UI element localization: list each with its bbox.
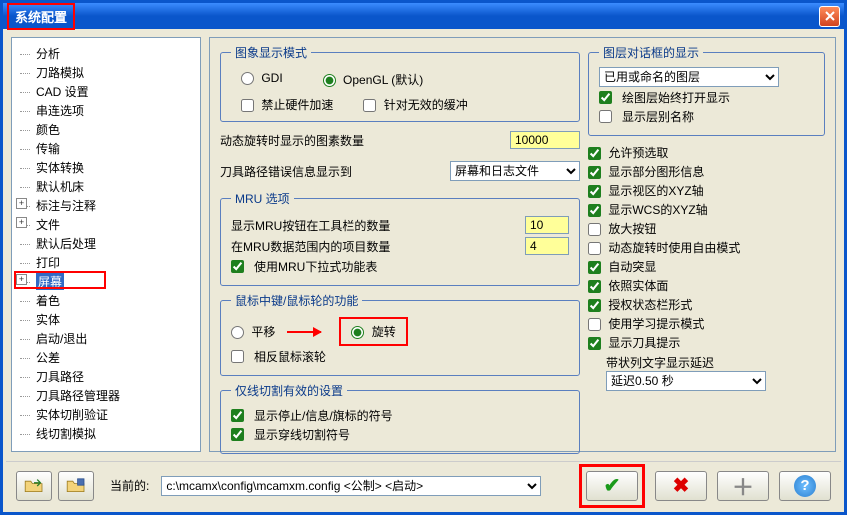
legend-image-mode: 图象显示模式 <box>231 44 311 61</box>
chk-learning[interactable]: 使用学习提示模式 <box>588 315 825 332</box>
titlebar: 系统配置 <box>3 3 844 29</box>
nav-tree[interactable]: 分析刀路模拟CAD 设置串连选项颜色传输实体转换默认机床标注与注释文件默认后处理… <box>11 37 201 452</box>
legend-wire: 仅线切割有效的设置 <box>231 382 347 399</box>
chk-stop-flag[interactable]: 显示停止/信息/旗标的符号 <box>231 407 569 424</box>
tree-item-18[interactable]: 刀具路径管理器 <box>14 386 198 405</box>
label-ribbon-delay: 带状列文字显示延迟 <box>606 354 825 371</box>
save-folder-button[interactable] <box>58 471 94 501</box>
chk-mru-dropdown[interactable]: 使用MRU下拉式功能表 <box>231 258 569 275</box>
chk-thread[interactable]: 显示穿线切割符号 <box>231 426 569 443</box>
radio-opengl[interactable]: OpenGL (默认) <box>323 71 424 88</box>
tree-item-13[interactable]: 着色 <box>14 291 198 310</box>
settings-panel: 图象显示模式 GDI OpenGL (默认) 禁止硬件加速 针对无效的缓冲 动态… <box>209 37 836 452</box>
tree-item-3[interactable]: 串连选项 <box>14 101 198 120</box>
tree-item-17[interactable]: 刀具路径 <box>14 367 198 386</box>
input-mru-toolbar[interactable] <box>525 216 569 234</box>
tree-item-8[interactable]: 标注与注释 <box>14 196 198 215</box>
current-label: 当前的: <box>110 477 149 494</box>
tree-item-20[interactable]: 线切割模拟 <box>14 424 198 443</box>
tree-item-9[interactable]: 文件 <box>14 215 198 234</box>
combo-config-path[interactable]: c:\mcamx\config\mcamxm.config <公制> <启动> <box>161 476 541 496</box>
tree-item-12[interactable]: 屏幕 <box>14 272 198 291</box>
close-button[interactable] <box>819 6 840 27</box>
radio-rotate[interactable]: 旋转 <box>351 323 395 340</box>
group-mouse: 鼠标中键/鼠标轮的功能 平移 旋转 相反鼠标滚轮 <box>220 292 580 376</box>
chk-show-alias[interactable]: 显示层别名称 <box>599 108 814 125</box>
chk-reverse-wheel[interactable]: 相反鼠标滚轮 <box>231 348 569 365</box>
radio-pan[interactable]: 平移 <box>231 323 275 340</box>
chk-viewport-xyz[interactable]: 显示视区的XYZ轴 <box>588 182 825 199</box>
label-mru-toolbar: 显示MRU按钮在工具栏的数量 <box>231 217 525 234</box>
label-dyn-rotate: 动态旋转时显示的图素数量 <box>220 132 510 149</box>
group-layer-dialog: 图层对话框的显示 已用或命名的图层 绘图层始终打开显示 显示层别名称 <box>588 44 825 136</box>
chk-zoom-btn[interactable]: 放大按钮 <box>588 220 825 237</box>
group-wire: 仅线切割有效的设置 显示停止/信息/旗标的符号 显示穿线切割符号 <box>220 382 580 454</box>
tree-item-11[interactable]: 打印 <box>14 253 198 272</box>
bottom-bar: 当前的: c:\mcamx\config\mcamxm.config <公制> … <box>6 461 841 509</box>
window-title: 系统配置 <box>7 3 75 30</box>
tree-item-14[interactable]: 实体 <box>14 310 198 329</box>
open-folder-button[interactable] <box>16 471 52 501</box>
radio-gdi[interactable]: GDI <box>241 71 283 88</box>
legend-mru: MRU 选项 <box>231 190 294 207</box>
plus-icon: ＋ <box>732 470 754 502</box>
add-button[interactable]: ＋ <box>717 471 769 501</box>
tree-item-1[interactable]: 刀路模拟 <box>14 63 198 82</box>
label-mru-range: 在MRU数据范围内的项目数量 <box>231 238 525 255</box>
tree-item-16[interactable]: 公差 <box>14 348 198 367</box>
chk-disable-hw[interactable]: 禁止硬件加速 <box>241 96 333 113</box>
tree-item-5[interactable]: 传输 <box>14 139 198 158</box>
ok-button[interactable]: ✔ <box>586 471 638 501</box>
tree-item-19[interactable]: 实体切削验证 <box>14 405 198 424</box>
chk-preselect[interactable]: 允许预选取 <box>588 144 825 161</box>
tree-item-2[interactable]: CAD 设置 <box>14 82 198 101</box>
chk-status-bar[interactable]: 授权状态栏形式 <box>588 296 825 313</box>
input-mru-range[interactable] <box>525 237 569 255</box>
combo-layer[interactable]: 已用或命名的图层 <box>599 67 779 87</box>
tree-item-4[interactable]: 颜色 <box>14 120 198 139</box>
group-mru: MRU 选项 显示MRU按钮在工具栏的数量 在MRU数据范围内的项目数量 使用M… <box>220 190 580 286</box>
legend-mouse: 鼠标中键/鼠标轮的功能 <box>231 292 362 309</box>
chk-free-rotate[interactable]: 动态旋转时使用自由模式 <box>588 239 825 256</box>
chk-by-entity[interactable]: 依照实体面 <box>588 277 825 294</box>
help-button[interactable]: ? <box>779 471 831 501</box>
combo-tool-err[interactable]: 屏幕和日志文件 <box>450 161 580 181</box>
label-tool-err: 刀具路径错误信息显示到 <box>220 163 450 180</box>
tree-item-10[interactable]: 默认后处理 <box>14 234 198 253</box>
chk-invalid-buffer[interactable]: 针对无效的缓冲 <box>363 96 467 113</box>
help-icon: ? <box>794 475 816 497</box>
right-checklist: 允许预选取 显示部分图形信息 显示视区的XYZ轴 显示WCS的XYZ轴 放大按钮… <box>588 142 825 391</box>
chk-auto-highlight[interactable]: 自动突显 <box>588 258 825 275</box>
combo-ribbon-delay[interactable]: 延迟0.50 秒 <box>606 371 766 391</box>
red-arrow-annotation <box>287 331 327 332</box>
chk-wcs-xyz[interactable]: 显示WCS的XYZ轴 <box>588 201 825 218</box>
input-dyn-rotate[interactable] <box>510 131 580 149</box>
chk-partial-graphic[interactable]: 显示部分图形信息 <box>588 163 825 180</box>
tree-item-7[interactable]: 默认机床 <box>14 177 198 196</box>
check-icon: ✔ <box>604 473 621 498</box>
legend-layer-dialog: 图层对话框的显示 <box>599 44 703 61</box>
tree-item-0[interactable]: 分析 <box>14 44 198 63</box>
chk-always-open[interactable]: 绘图层始终打开显示 <box>599 89 814 106</box>
chk-tool-tip[interactable]: 显示刀具提示 <box>588 334 825 351</box>
cancel-button[interactable]: ✖ <box>655 471 707 501</box>
x-icon: ✖ <box>673 473 690 498</box>
tree-item-15[interactable]: 启动/退出 <box>14 329 198 348</box>
tree-item-6[interactable]: 实体转换 <box>14 158 198 177</box>
group-image-mode: 图象显示模式 GDI OpenGL (默认) 禁止硬件加速 针对无效的缓冲 <box>220 44 580 122</box>
